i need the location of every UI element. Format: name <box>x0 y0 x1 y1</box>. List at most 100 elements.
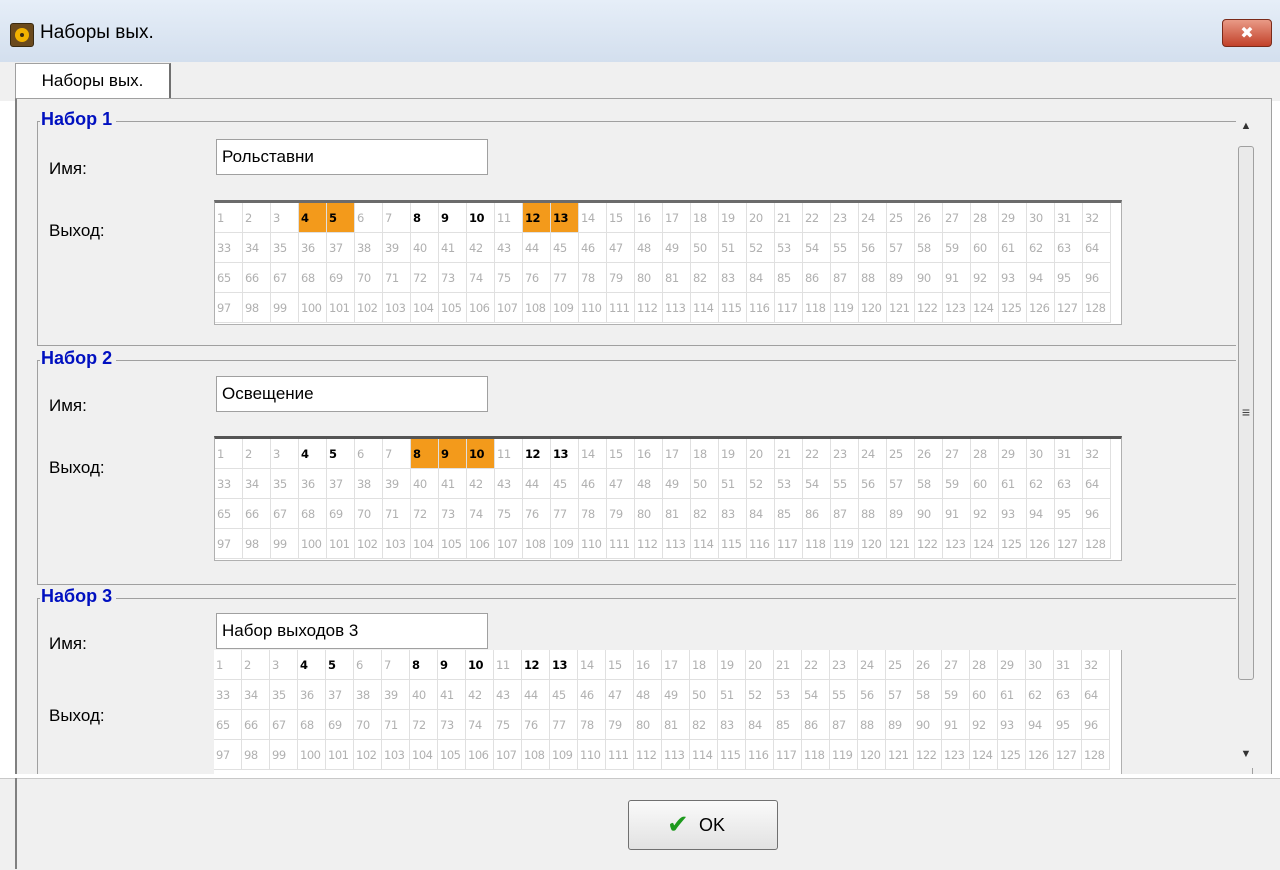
output-cell-5[interactable]: 5 <box>327 203 355 233</box>
output-cell-69[interactable]: 69 <box>326 710 354 740</box>
output-cell-53[interactable]: 53 <box>775 233 803 263</box>
output-cell-50[interactable]: 50 <box>691 233 719 263</box>
output-cell-108[interactable]: 108 <box>522 740 550 770</box>
output-cell-73[interactable]: 73 <box>438 710 466 740</box>
output-cell-4[interactable]: 4 <box>299 439 327 469</box>
output-cell-113[interactable]: 113 <box>663 293 691 323</box>
output-cell-40[interactable]: 40 <box>410 680 438 710</box>
output-cell-41[interactable]: 41 <box>439 469 467 499</box>
output-cell-104[interactable]: 104 <box>410 740 438 770</box>
output-cell-128[interactable]: 128 <box>1083 529 1111 559</box>
output-cell-94[interactable]: 94 <box>1027 263 1055 293</box>
output-cell-18[interactable]: 18 <box>691 203 719 233</box>
output-cell-32[interactable]: 32 <box>1083 203 1111 233</box>
output-cell-15[interactable]: 15 <box>607 439 635 469</box>
output-cell-90[interactable]: 90 <box>915 263 943 293</box>
output-cell-26[interactable]: 26 <box>915 203 943 233</box>
output-cell-86[interactable]: 86 <box>802 710 830 740</box>
output-cell-59[interactable]: 59 <box>942 680 970 710</box>
output-cell-106[interactable]: 106 <box>467 529 495 559</box>
output-cell-37[interactable]: 37 <box>327 233 355 263</box>
output-cell-119[interactable]: 119 <box>831 293 859 323</box>
output-cell-73[interactable]: 73 <box>439 263 467 293</box>
output-cell-92[interactable]: 92 <box>971 263 999 293</box>
output-cell-24[interactable]: 24 <box>859 439 887 469</box>
output-cell-122[interactable]: 122 <box>915 293 943 323</box>
output-cell-101[interactable]: 101 <box>327 293 355 323</box>
output-cell-103[interactable]: 103 <box>382 740 410 770</box>
output-cell-99[interactable]: 99 <box>271 293 299 323</box>
output-cell-21[interactable]: 21 <box>774 650 802 680</box>
output-cell-74[interactable]: 74 <box>466 710 494 740</box>
output-cell-128[interactable]: 128 <box>1082 740 1110 770</box>
output-cell-102[interactable]: 102 <box>355 529 383 559</box>
output-cell-59[interactable]: 59 <box>943 233 971 263</box>
output-cell-61[interactable]: 61 <box>999 469 1027 499</box>
output-cell-98[interactable]: 98 <box>243 293 271 323</box>
output-cell-56[interactable]: 56 <box>859 233 887 263</box>
output-cell-1[interactable]: 1 <box>215 203 243 233</box>
output-cell-106[interactable]: 106 <box>467 293 495 323</box>
output-cell-48[interactable]: 48 <box>635 469 663 499</box>
output-cell-71[interactable]: 71 <box>383 499 411 529</box>
output-cell-81[interactable]: 81 <box>663 263 691 293</box>
output-cell-66[interactable]: 66 <box>243 263 271 293</box>
output-cell-43[interactable]: 43 <box>495 469 523 499</box>
output-cell-93[interactable]: 93 <box>999 263 1027 293</box>
output-cell-98[interactable]: 98 <box>243 529 271 559</box>
output-cell-124[interactable]: 124 <box>971 293 999 323</box>
output-cell-121[interactable]: 121 <box>887 529 915 559</box>
output-cell-83[interactable]: 83 <box>718 710 746 740</box>
output-cell-68[interactable]: 68 <box>299 499 327 529</box>
output-cell-13[interactable]: 13 <box>551 203 579 233</box>
output-cell-88[interactable]: 88 <box>859 263 887 293</box>
output-cell-8[interactable]: 8 <box>410 650 438 680</box>
scroll-down-icon[interactable]: ▼ <box>1236 748 1256 764</box>
output-cell-68[interactable]: 68 <box>298 710 326 740</box>
output-cell-85[interactable]: 85 <box>774 710 802 740</box>
output-cell-39[interactable]: 39 <box>383 233 411 263</box>
output-cell-78[interactable]: 78 <box>579 499 607 529</box>
output-cell-109[interactable]: 109 <box>550 740 578 770</box>
output-cell-119[interactable]: 119 <box>831 529 859 559</box>
output-cell-22[interactable]: 22 <box>803 439 831 469</box>
output-cell-115[interactable]: 115 <box>719 529 747 559</box>
output-cell-2[interactable]: 2 <box>242 650 270 680</box>
output-cell-107[interactable]: 107 <box>495 293 523 323</box>
output-cell-126[interactable]: 126 <box>1027 529 1055 559</box>
output-cell-111[interactable]: 111 <box>606 740 634 770</box>
output-cell-126[interactable]: 126 <box>1026 740 1054 770</box>
output-cell-71[interactable]: 71 <box>383 263 411 293</box>
output-cell-20[interactable]: 20 <box>746 650 774 680</box>
output-cell-15[interactable]: 15 <box>606 650 634 680</box>
output-cell-83[interactable]: 83 <box>719 499 747 529</box>
output-cell-25[interactable]: 25 <box>887 203 915 233</box>
output-cell-45[interactable]: 45 <box>551 469 579 499</box>
output-cell-60[interactable]: 60 <box>971 233 999 263</box>
output-cell-8[interactable]: 8 <box>411 203 439 233</box>
output-cell-27[interactable]: 27 <box>943 203 971 233</box>
output-cell-83[interactable]: 83 <box>719 263 747 293</box>
output-cell-105[interactable]: 105 <box>439 529 467 559</box>
output-cell-123[interactable]: 123 <box>943 529 971 559</box>
output-cell-111[interactable]: 111 <box>607 293 635 323</box>
output-cell-41[interactable]: 41 <box>439 233 467 263</box>
output-cell-55[interactable]: 55 <box>830 680 858 710</box>
output-cell-28[interactable]: 28 <box>971 203 999 233</box>
output-cell-63[interactable]: 63 <box>1055 233 1083 263</box>
output-cell-36[interactable]: 36 <box>298 680 326 710</box>
output-cell-72[interactable]: 72 <box>411 499 439 529</box>
output-cell-14[interactable]: 14 <box>578 650 606 680</box>
output-cell-26[interactable]: 26 <box>915 439 943 469</box>
output-cell-115[interactable]: 115 <box>718 740 746 770</box>
output-cell-109[interactable]: 109 <box>551 293 579 323</box>
output-cell-117[interactable]: 117 <box>775 529 803 559</box>
output-cell-49[interactable]: 49 <box>663 469 691 499</box>
output-cell-72[interactable]: 72 <box>410 710 438 740</box>
output-cell-25[interactable]: 25 <box>886 650 914 680</box>
output-cell-30[interactable]: 30 <box>1026 650 1054 680</box>
name-input[interactable]: Рольставни <box>216 139 488 175</box>
output-cell-93[interactable]: 93 <box>998 710 1026 740</box>
output-cell-76[interactable]: 76 <box>523 263 551 293</box>
output-cell-94[interactable]: 94 <box>1027 499 1055 529</box>
